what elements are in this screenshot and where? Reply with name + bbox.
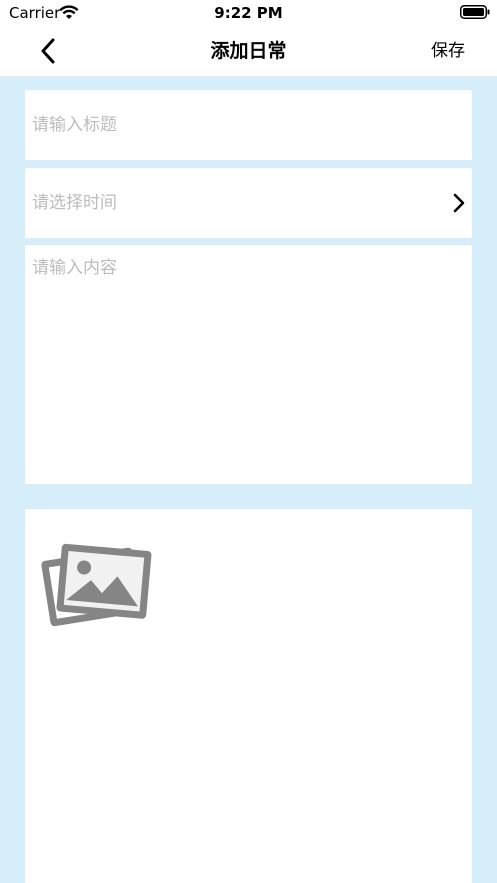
chevron-left-icon [41, 38, 55, 64]
status-bar: Carrier 9:22 PM [0, 0, 497, 26]
battery-icon [460, 5, 490, 19]
title-input[interactable]: 请输入标题 [25, 90, 472, 160]
image-picker-card [25, 509, 472, 883]
back-button[interactable] [30, 34, 66, 68]
photo-gallery-icon [41, 543, 152, 627]
save-button[interactable]: 保存 [431, 26, 465, 76]
page-title: 添加日常 [210, 40, 287, 62]
navigation-bar: 添加日常 保存 [0, 26, 497, 76]
add-image-button[interactable] [41, 539, 153, 629]
chevron-right-icon [453, 193, 465, 213]
time-picker-field[interactable]: 请选择时间 [25, 168, 472, 238]
content-textarea-placeholder: 请输入内容 [32, 258, 117, 278]
title-input-placeholder: 请输入标题 [32, 115, 117, 135]
content-textarea[interactable]: 请输入内容 [25, 245, 472, 484]
time-picker-placeholder: 请选择时间 [32, 193, 117, 213]
status-time: 9:22 PM [214, 4, 283, 22]
